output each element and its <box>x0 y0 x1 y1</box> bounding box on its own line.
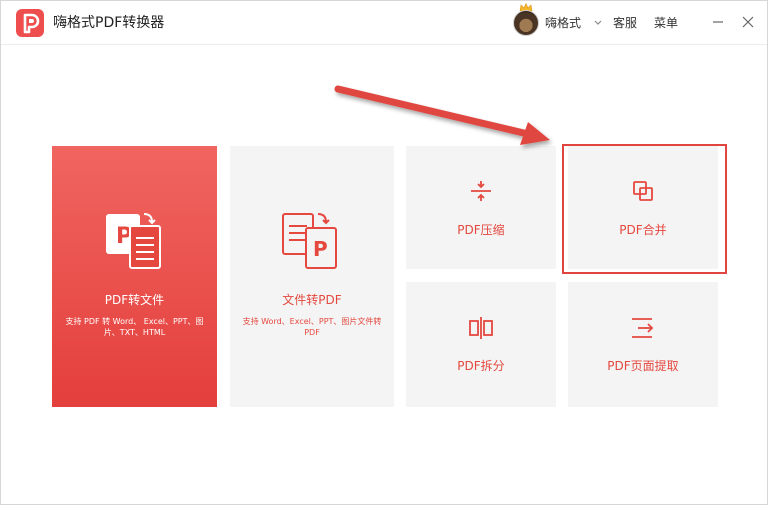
merge-icon <box>633 181 653 201</box>
tile-label: PDF合并 <box>619 223 667 237</box>
tile-label: PDF压缩 <box>457 223 505 237</box>
page-extract-icon <box>632 318 654 338</box>
title-bar: 嗨格式PDF转换器 嗨格式 客服 菜单 <box>1 1 767 45</box>
tile-description: 支持 PDF 转 Word、 Excel、PPT、图片、TXT、HTML <box>65 317 204 337</box>
minimize-icon[interactable] <box>709 13 727 31</box>
tile-pdf-merge[interactable]: PDF合并 <box>568 146 718 269</box>
menu-button[interactable]: 菜单 <box>654 15 678 31</box>
app-title: 嗨格式PDF转换器 <box>53 15 165 31</box>
tile-label: PDF转文件 <box>104 293 165 307</box>
svg-text:P: P <box>313 237 328 261</box>
pdf-p-logo-icon <box>16 9 44 37</box>
tile-file-to-pdf[interactable]: P 文件转PDF 支持 Word、Excel、PPT、图片文件转 PDF <box>230 146 394 407</box>
tile-label: PDF页面提取 <box>607 359 679 373</box>
document-to-pdf-icon: P <box>282 213 337 269</box>
app-window: 嗨格式PDF转换器 嗨格式 客服 菜单 P PDF转文件 支持 PDF 转 Wo… <box>0 0 768 505</box>
tile-label: 文件转PDF <box>282 293 342 307</box>
close-icon[interactable] <box>739 13 757 31</box>
customer-service-button[interactable]: 客服 <box>613 15 637 31</box>
pdf-to-document-icon: P <box>106 213 161 269</box>
split-icon <box>469 317 493 339</box>
avatar[interactable] <box>513 10 539 36</box>
username[interactable]: 嗨格式 <box>545 15 581 31</box>
compress-icon <box>471 181 491 201</box>
tile-pdf-compress[interactable]: PDF压缩 <box>406 146 556 269</box>
tile-pdf-page-extract[interactable]: PDF页面提取 <box>568 282 718 407</box>
chevron-down-icon[interactable] <box>592 14 604 30</box>
tile-pdf-to-file[interactable]: P PDF转文件 支持 PDF 转 Word、 Excel、PPT、图片、TXT… <box>52 146 217 407</box>
tile-description: 支持 Word、Excel、PPT、图片文件转 PDF <box>242 317 382 337</box>
tile-label: PDF拆分 <box>457 359 505 373</box>
tile-pdf-split[interactable]: PDF拆分 <box>406 282 556 407</box>
